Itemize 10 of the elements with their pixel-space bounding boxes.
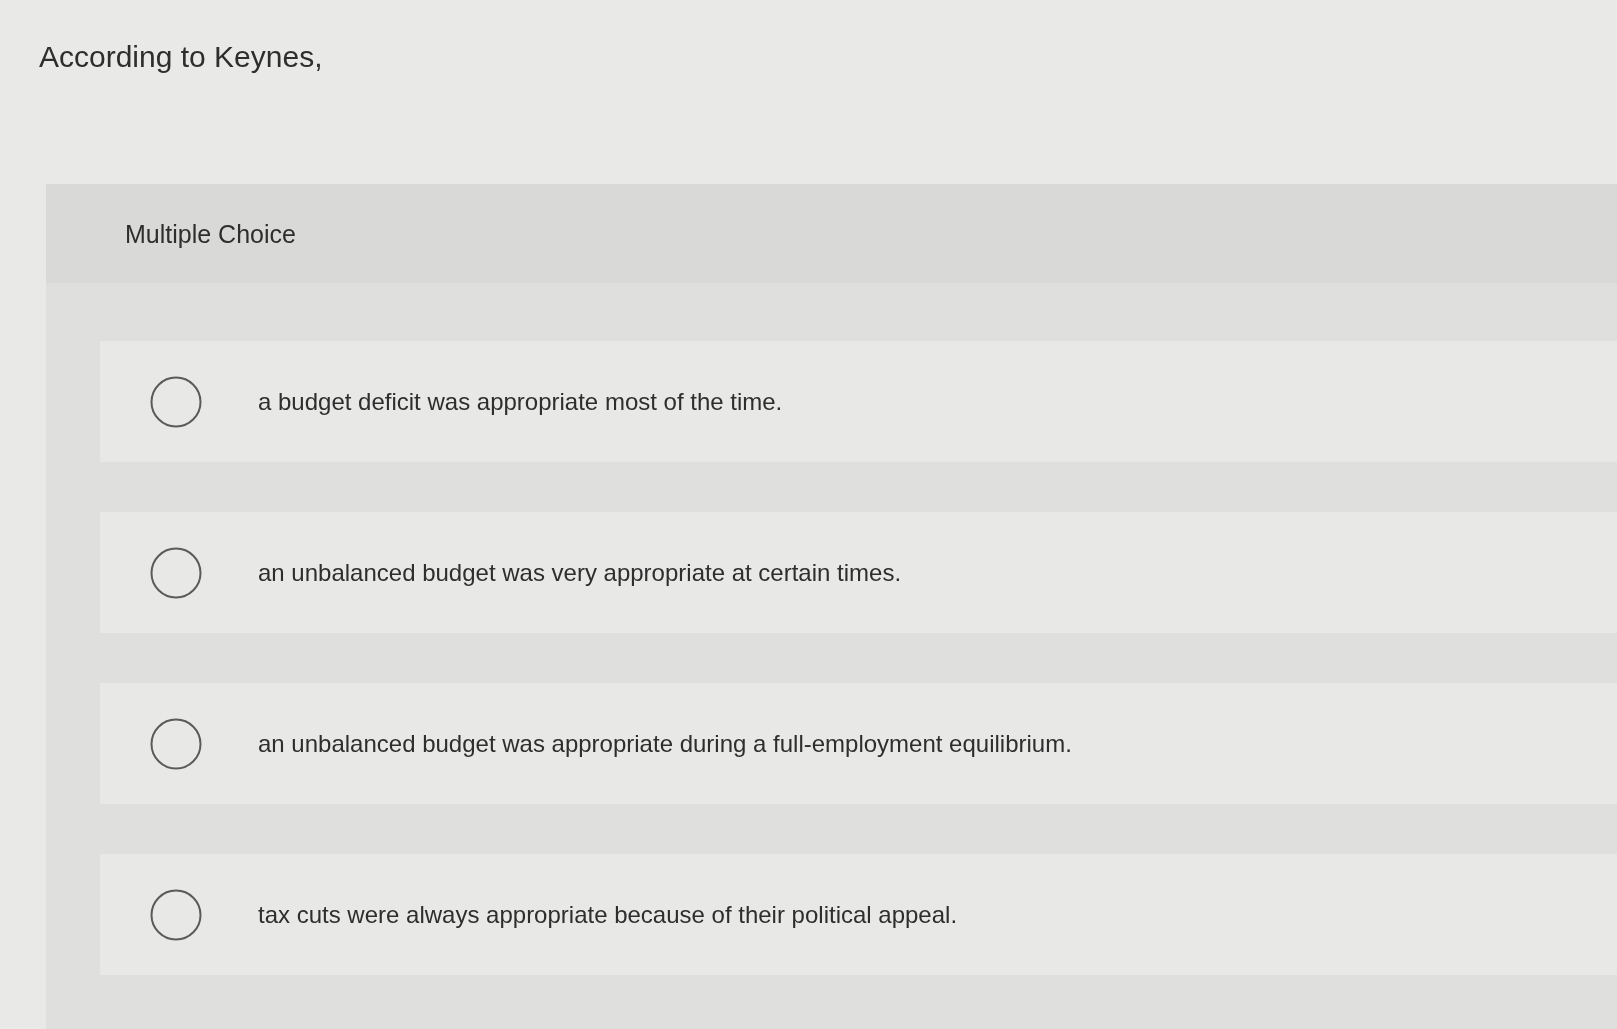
option-label[interactable]: an unbalanced budget was appropriate during a full-employment equilibrium. [258,728,1072,759]
question-type-label: Multiple Choice [125,218,296,250]
option-label[interactable]: a budget deficit was appropriate most of the time. [258,386,783,417]
radio-button[interactable] [150,717,202,770]
radio-button[interactable] [150,546,202,599]
option-label[interactable]: an unbalanced budget was very appropriate at certain times. [258,557,902,588]
question-text: According to Keynes, [39,39,323,75]
radio-button[interactable] [150,375,202,428]
option-label[interactable]: tax cuts were always appropriate because of their political appeal. [258,899,958,930]
radio-button[interactable] [150,888,202,941]
